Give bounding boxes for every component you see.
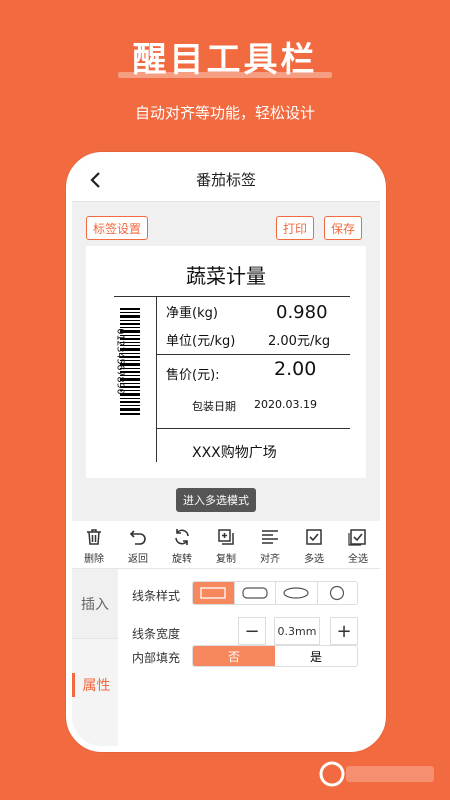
- label-divider-top[interactable]: [114, 296, 350, 297]
- tool-undo[interactable]: 返回: [116, 521, 160, 568]
- store-name[interactable]: XXX购物广场: [192, 442, 277, 462]
- net-weight-label[interactable]: 净重(kg): [166, 302, 218, 321]
- top-toolbar: 标签设置 打印 保存: [72, 208, 380, 248]
- tool-label: 复制: [216, 554, 236, 565]
- tool-copy[interactable]: 复制: [204, 521, 248, 568]
- page-title: 番茄标签: [195, 171, 256, 189]
- fill-label: 内部填充: [132, 651, 181, 665]
- line-width-increase-button[interactable]: +: [330, 617, 358, 645]
- line-width-value[interactable]: 0.3mm: [274, 617, 320, 645]
- copy-icon: [218, 529, 234, 545]
- tool-select-all[interactable]: 全选: [336, 521, 380, 568]
- tool-rotate[interactable]: 旋转: [160, 521, 204, 568]
- line-style-rectangle[interactable]: [193, 582, 235, 604]
- line-width-label: 线条宽度: [132, 627, 181, 641]
- circle-shape-icon: [330, 585, 345, 601]
- bottom-panel: 删除 返回 旋转 复制 对齐 多选 全选 插入 属性 线条样式 线条宽度 − 0…: [72, 521, 380, 746]
- save-button[interactable]: 保存: [324, 216, 362, 240]
- align-icon: [262, 530, 278, 544]
- unit-price-value[interactable]: 2.00元/kg: [268, 330, 330, 349]
- rounded-rect-shape-icon: [242, 587, 268, 599]
- select-all-icon: [348, 529, 366, 546]
- tool-label: 全选: [348, 554, 368, 565]
- tool-label: 删除: [84, 554, 104, 565]
- app-screen: 番茄标签 标签设置 打印 保存 蔬菜计量 01234567890 净重(kg) …: [72, 158, 380, 746]
- price-label[interactable]: 售价(元):: [166, 364, 220, 383]
- line-width-decrease-button[interactable]: −: [238, 617, 266, 645]
- checkbox-icon: [306, 529, 322, 545]
- fill-yes-option[interactable]: 是: [275, 646, 357, 666]
- site-watermark-logo: [318, 760, 438, 788]
- net-weight-value[interactable]: 0.980: [276, 302, 328, 323]
- barcode-number[interactable]: 01234567890: [115, 324, 126, 400]
- chevron-left-icon[interactable]: [86, 168, 106, 192]
- side-tabs: 插入 属性: [72, 569, 118, 746]
- line-style-label: 线条样式: [132, 589, 181, 603]
- tool-label: 多选: [304, 554, 324, 565]
- line-style-circle[interactable]: [317, 582, 357, 604]
- fill-no-option[interactable]: 否: [193, 646, 275, 666]
- ellipse-shape-icon: [283, 587, 309, 599]
- multi-select-mode-button[interactable]: 进入多选模式: [176, 488, 256, 512]
- fill-toggle: 否 是: [192, 645, 358, 667]
- label-divider-middle[interactable]: [156, 354, 350, 355]
- label-divider-vertical[interactable]: [156, 296, 157, 462]
- tool-multi-select[interactable]: 多选: [292, 521, 336, 568]
- logo-icon: [319, 761, 434, 787]
- rectangle-shape-icon: [200, 587, 226, 599]
- line-style-rounded[interactable]: [234, 582, 276, 604]
- rotate-icon: [175, 529, 189, 545]
- price-value[interactable]: 2.00: [274, 358, 316, 380]
- label-canvas[interactable]: 蔬菜计量 01234567890 净重(kg) 0.980 单位(元/kg) 2…: [86, 246, 366, 478]
- label-title[interactable]: 蔬菜计量: [86, 260, 366, 289]
- label-settings-button[interactable]: 标签设置: [86, 216, 148, 240]
- pack-date-label[interactable]: 包装日期: [192, 398, 236, 414]
- tool-label: 返回: [128, 554, 148, 565]
- tool-delete[interactable]: 删除: [72, 521, 116, 568]
- trash-icon: [87, 529, 101, 545]
- edit-toolbar: 删除 返回 旋转 复制 对齐 多选 全选: [72, 521, 380, 569]
- tab-insert[interactable]: 插入: [72, 569, 118, 639]
- tool-align[interactable]: 对齐: [248, 521, 292, 568]
- line-style-ellipse[interactable]: [276, 582, 318, 604]
- nav-bar: 番茄标签: [72, 158, 380, 202]
- tool-label: 对齐: [260, 554, 280, 565]
- promo-subtitle: 自动对齐等功能，轻松设计: [134, 104, 315, 122]
- line-style-selector: [192, 581, 358, 605]
- tab-attributes[interactable]: 属性: [72, 673, 118, 697]
- label-divider-bottom[interactable]: [156, 428, 350, 429]
- pack-date-value[interactable]: 2020.03.19: [254, 398, 317, 411]
- phone-frame: 番茄标签 标签设置 打印 保存 蔬菜计量 01234567890 净重(kg) …: [66, 152, 386, 752]
- print-button[interactable]: 打印: [276, 216, 314, 240]
- undo-icon: [129, 530, 146, 545]
- tool-label: 旋转: [172, 554, 192, 565]
- unit-price-label[interactable]: 单位(元/kg): [166, 330, 235, 349]
- promo-underline: [118, 72, 332, 78]
